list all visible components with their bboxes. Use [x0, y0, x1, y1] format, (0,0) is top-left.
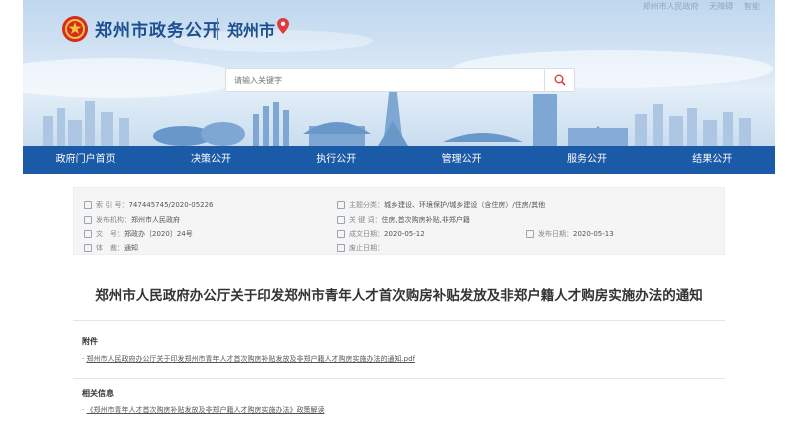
nav-home[interactable]: 政府门户首页 — [23, 146, 148, 174]
national-emblem-icon — [62, 16, 88, 42]
meta-label: 文 号： — [96, 230, 124, 238]
meta-label: 成文日期： — [349, 230, 384, 238]
attachment-link-text[interactable]: 郑州市人民政府办公厅关于印发郑州市青年人才首次购房补贴发放及非郑户籍人才购房实施… — [86, 355, 415, 363]
meta-index-no: 索 引 号： 747445745/2020-05226 — [84, 200, 214, 210]
meta-issuer: 发布机构： 郑州市人民政府 — [84, 215, 180, 225]
topnav-gov-link[interactable]: 郑州市人民政府 — [643, 1, 699, 12]
meta-label: 发布日期： — [538, 230, 573, 238]
city-skyline-illustration — [43, 71, 751, 146]
meta-keywords: 关 键 词： 住房,首次购房补贴,非郑户籍 — [337, 215, 470, 225]
top-utility-nav: 郑州市人民政府 | 无障碍 | 智能 — [643, 0, 760, 12]
meta-published-date: 发布日期： 2020-05-13 — [526, 229, 614, 239]
meta-category: 体 裁： 通知 — [84, 243, 138, 253]
key-icon — [337, 216, 345, 224]
location-pin-icon[interactable] — [277, 18, 289, 34]
title-divider — [217, 18, 218, 40]
meta-topic: 主题分类： 城乡建设、环境保护/城乡建设（含住房）/住房/其他 — [337, 200, 545, 210]
meta-value: 2020-05-13 — [573, 230, 614, 238]
meta-doc-no: 文 号： 郑政办〔2020〕24号 — [84, 229, 193, 239]
nav-execution[interactable]: 执行公开 — [274, 146, 399, 174]
nav-result[interactable]: 结果公开 — [650, 146, 775, 174]
header-banner: 郑州市政务公开 郑州市 — [23, 0, 775, 146]
topnav-separator: | — [702, 1, 706, 11]
related-info-link-text[interactable]: 《郑州市青年人才首次购房补贴发放及非郑户籍人才购房实施办法》政策解读 — [86, 406, 324, 414]
related-info-heading: 相关信息 — [82, 389, 114, 398]
nav-service[interactable]: 服务公开 — [524, 146, 649, 174]
meta-value: 747445745/2020-05226 — [128, 201, 214, 209]
site-title[interactable]: 郑州市政务公开 — [95, 16, 221, 41]
meta-label: 发布机构： — [96, 216, 131, 224]
meta-value: 2020-05-12 — [384, 230, 425, 238]
calendar-icon — [337, 230, 345, 238]
attachment-link[interactable]: · 郑州市人民政府办公厅关于印发郑州市青年人才首次购房补贴发放及非郑户籍人才购房… — [82, 354, 415, 364]
topnav-separator: | — [737, 1, 740, 11]
topnav-accessibility-link[interactable]: 无障碍 — [709, 1, 733, 12]
meta-value: 通知 — [124, 244, 138, 252]
calendar-icon — [337, 244, 345, 252]
meta-label: 主题分类： — [349, 201, 384, 209]
document-icon — [84, 230, 92, 238]
meta-value: 郑政办〔2020〕24号 — [124, 230, 193, 238]
nav-management[interactable]: 管理公开 — [399, 146, 524, 174]
attachment-heading: 附件 — [82, 337, 98, 346]
search-icon — [554, 74, 566, 86]
search-button[interactable] — [545, 68, 575, 92]
meta-label: 体 裁： — [96, 244, 124, 252]
tag-icon — [84, 201, 92, 209]
nav-decision[interactable]: 决策公开 — [148, 146, 273, 174]
meta-created-date: 成文日期： 2020-05-12 — [337, 229, 425, 239]
clock-icon — [526, 230, 534, 238]
meta-label: 关 键 词： — [349, 216, 382, 224]
list-icon — [84, 244, 92, 252]
meta-value: 住房,首次购房补贴,非郑户籍 — [381, 216, 470, 224]
search-input[interactable] — [225, 68, 545, 92]
article-title: 郑州市人民政府办公厅关于印发郑州市青年人才首次购房补贴发放及非郑户籍人才购房实施… — [95, 288, 703, 304]
divider — [73, 320, 725, 321]
divider — [73, 378, 725, 379]
topnav-smart-link[interactable]: 智能 — [744, 1, 760, 12]
main-nav: 政府门户首页 决策公开 执行公开 管理公开 服务公开 结果公开 — [23, 146, 775, 174]
building-icon — [84, 216, 92, 224]
category-icon — [337, 201, 345, 209]
meta-deadline: 废止日期： — [337, 243, 384, 253]
related-info-link[interactable]: · 《郑州市青年人才首次购房补贴发放及非郑户籍人才购房实施办法》政策解读 — [82, 405, 324, 415]
meta-label: 废止日期： — [349, 244, 384, 252]
meta-label: 索 引 号： — [96, 201, 129, 209]
meta-value: 郑州市人民政府 — [131, 216, 180, 224]
city-name[interactable]: 郑州市 — [227, 17, 275, 41]
meta-value: 城乡建设、环境保护/城乡建设（含住房）/住房/其他 — [384, 201, 546, 209]
document-meta-panel: 索 引 号： 747445745/2020-05226 发布机构： 郑州市人民政… — [73, 187, 725, 255]
